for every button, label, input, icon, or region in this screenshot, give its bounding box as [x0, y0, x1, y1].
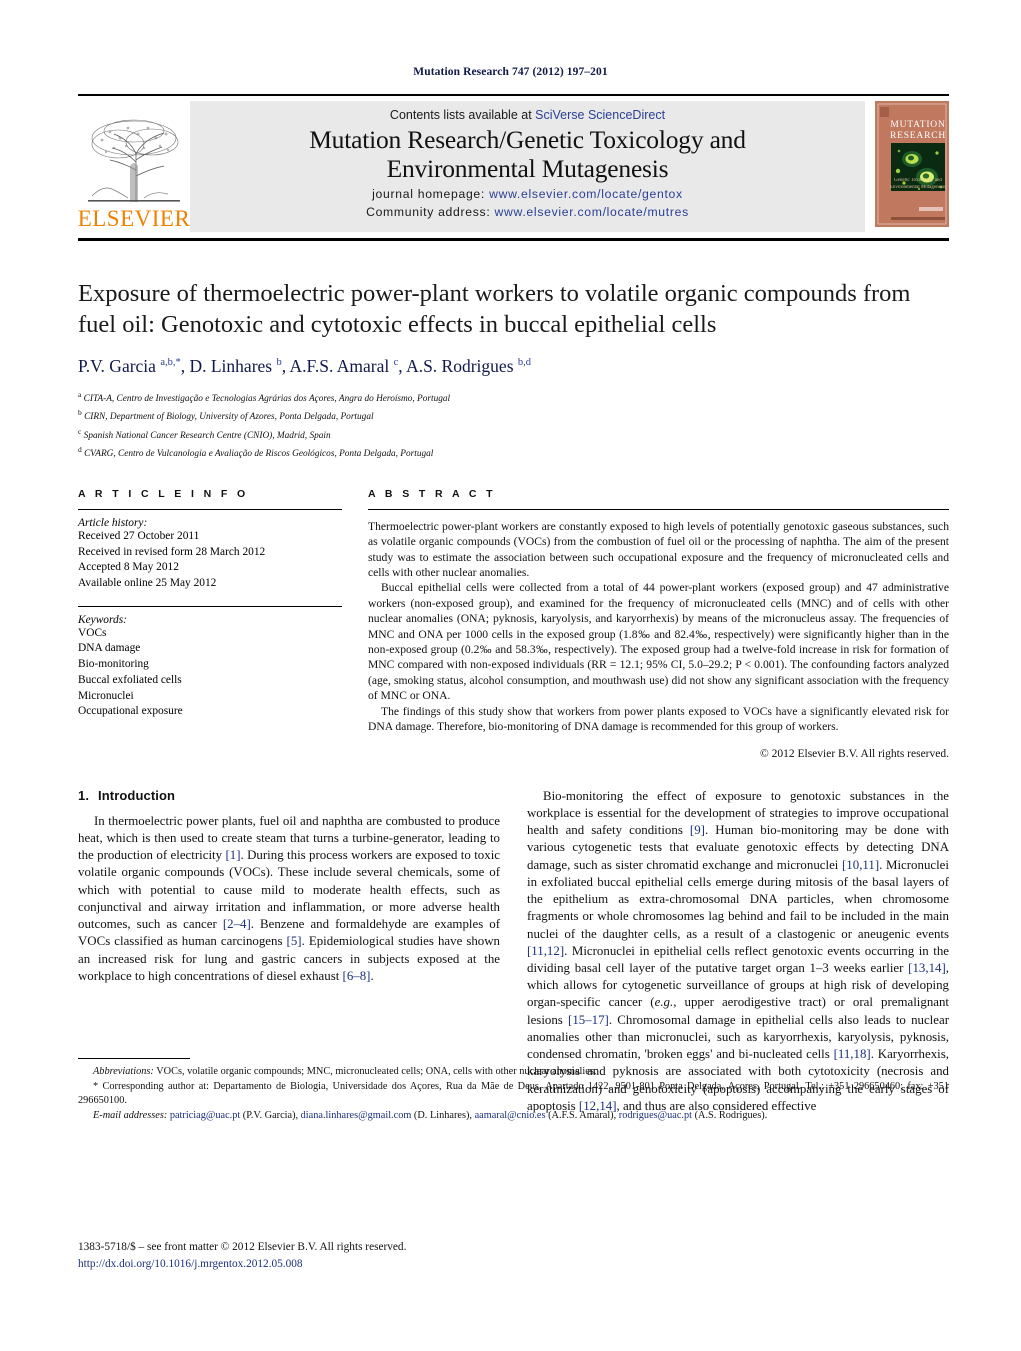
intro-paragraph-left: In thermoelectric power plants, fuel oil… — [78, 813, 501, 983]
abstract-paragraph: Buccal epithelial cells were collected f… — [368, 581, 949, 703]
keywords-block: Keywords: VOCs DNA damage Bio-monitoring… — [78, 605, 342, 720]
body-column-left: 1. Introduction In thermoelectric power p… — [78, 788, 949, 1121]
footnote-corresponding-author: * Corresponding author at: Departamento … — [78, 1080, 949, 1107]
svg-text:RESEARCH: RESEARCH — [890, 131, 946, 141]
issn-copyright-line: 1383-5718/$ – see front matter © 2012 El… — [78, 1241, 407, 1254]
section-title: Introduction — [98, 787, 176, 803]
affiliation-item: a CITA-A, Centro de Investigação e Tecno… — [78, 389, 943, 407]
body-columns: 1. Introduction In thermoelectric power p… — [78, 788, 949, 1121]
article-page: Mutation Research 747 (2012) 197–201 ELS… — [0, 0, 1021, 1351]
keyword-item: Occupational exposure — [78, 705, 183, 718]
article-history-item: Available online 25 May 2012 — [78, 577, 217, 590]
journal-info-box: Contents lists available at SciVerse Sci… — [190, 101, 865, 232]
article-history-item: Accepted 8 May 2012 — [78, 561, 179, 574]
article-info-heading: A R T I C L E I N F O — [78, 487, 249, 500]
footnote-emails: E-mail addresses: patriciag@uac.pt (P.V.… — [93, 1110, 768, 1122]
elsevier-logo: ELSEVIER — [78, 101, 190, 232]
abstract-body: Thermoelectric power-plant workers are c… — [368, 519, 949, 762]
contents-prefix: Contents lists available at — [389, 108, 536, 122]
affiliation-text: Spanish National Cancer Research Centre … — [83, 430, 331, 441]
info-abstract-row: A R T I C L E I N F O Article history: R… — [78, 488, 949, 762]
elsevier-wordmark: ELSEVIER — [77, 206, 191, 231]
affiliation-text: CVARG, Centro de Vulcanologia e Avaliaçã… — [84, 448, 434, 459]
community-address-line: Community address: www.elsevier.com/loca… — [196, 205, 859, 219]
footnote-area: Abbreviations: VOCs, volatile organic co… — [78, 1057, 949, 1124]
journal-homepage-line: journal homepage: www.elsevier.com/locat… — [196, 187, 859, 201]
section-heading-introduction: 1. Introduction — [78, 788, 500, 803]
journal-header-band: ELSEVIER Contents lists available at Sci… — [78, 94, 949, 241]
community-url[interactable]: www.elsevier.com/locate/mutres — [495, 205, 689, 219]
journal-title: Mutation Research/Genetic Toxicology and… — [196, 125, 859, 183]
running-head: Mutation Research 747 (2012) 197–201 — [413, 66, 608, 78]
svg-text:Genetic Toxicology and: Genetic Toxicology and — [894, 178, 942, 183]
article-history-label: Article history: — [78, 516, 148, 529]
page-title: Exposure of thermoelectric power-plant w… — [78, 280, 911, 338]
svg-text:Environmental Mutagenesis: Environmental Mutagenesis — [890, 185, 946, 190]
page-footer: 1383-5718/$ – see front matter © 2012 El… — [78, 1239, 406, 1273]
abstract-copyright: © 2012 Elsevier B.V. All rights reserved… — [760, 747, 949, 760]
keywords-rule — [78, 605, 342, 607]
community-label: Community address: — [366, 205, 491, 220]
affiliation-marker: d — [78, 444, 82, 454]
abstract-heading: A B S T R A C T — [368, 487, 496, 500]
article-info-column: A R T I C L E I N F O Article history: R… — [78, 488, 342, 762]
journal-title-line-2: Environmental Mutagenesis — [386, 153, 669, 183]
article-history-item: Received 27 October 2011 — [78, 529, 200, 542]
doi-link[interactable]: http://dx.doi.org/10.1016/j.mrgentox.201… — [78, 1256, 406, 1273]
homepage-label: journal homepage: — [372, 187, 485, 202]
abstract-paragraph: Thermoelectric power-plant workers are c… — [368, 519, 949, 580]
sciencedirect-link[interactable]: SciVerse ScienceDirect — [535, 108, 665, 122]
keyword-item: VOCs — [78, 626, 107, 639]
keyword-item: Bio-monitoring — [78, 658, 149, 671]
affiliation-text: CIRN, Department of Biology, University … — [84, 412, 374, 423]
author-list: P.V. Garcia a,b,*, D. Linhares b, A.F.S.… — [78, 356, 532, 377]
elsevier-tree-icon — [84, 114, 184, 206]
keyword-item: Micronuclei — [78, 689, 134, 702]
abstract-paragraph: The findings of this study show that wor… — [368, 704, 949, 734]
affiliation-list: a CITA-A, Centro de Investigação e Tecno… — [78, 389, 943, 462]
section-number: 1. — [78, 787, 90, 803]
journal-cover-thumbnail: MUTATION RESEARCH Genetic Toxicology and… — [875, 101, 949, 232]
affiliation-marker: c — [78, 426, 82, 436]
keyword-item: Buccal exfoliated cells — [78, 673, 182, 686]
journal-cover-image: MUTATION RESEARCH Genetic Toxicology and… — [875, 101, 949, 227]
article-history-item: Received in revised form 28 March 2012 — [78, 545, 266, 558]
affiliation-item: c Spanish National Cancer Research Centr… — [78, 426, 943, 444]
keyword-item: DNA damage — [78, 642, 141, 655]
svg-text:MUTATION: MUTATION — [890, 120, 945, 130]
abstract-column: A B S T R A C T Thermoelectric power-pla… — [368, 488, 949, 762]
affiliation-text: CITA-A, Centro de Investigação e Tecnolo… — [83, 394, 451, 405]
abstract-rule — [368, 508, 949, 510]
affiliation-marker: b — [78, 408, 82, 418]
footnote-abbreviations: Abbreviations: VOCs, volatile organic co… — [93, 1065, 597, 1077]
title-block: Exposure of thermoelectric power-plant w… — [78, 279, 943, 462]
journal-title-line-1: Mutation Research/Genetic Toxicology and — [309, 125, 746, 154]
affiliation-marker: a — [78, 390, 82, 400]
affiliation-item: b CIRN, Department of Biology, Universit… — [78, 407, 943, 425]
keywords-label: Keywords: — [78, 613, 127, 626]
affiliation-item: d CVARG, Centro de Vulcanologia e Avalia… — [78, 444, 943, 462]
article-info-rule — [78, 508, 342, 510]
footnote-rule — [78, 1057, 190, 1059]
homepage-url[interactable]: www.elsevier.com/locate/gentox — [489, 187, 683, 201]
contents-available-line: Contents lists available at SciVerse Sci… — [196, 108, 859, 123]
